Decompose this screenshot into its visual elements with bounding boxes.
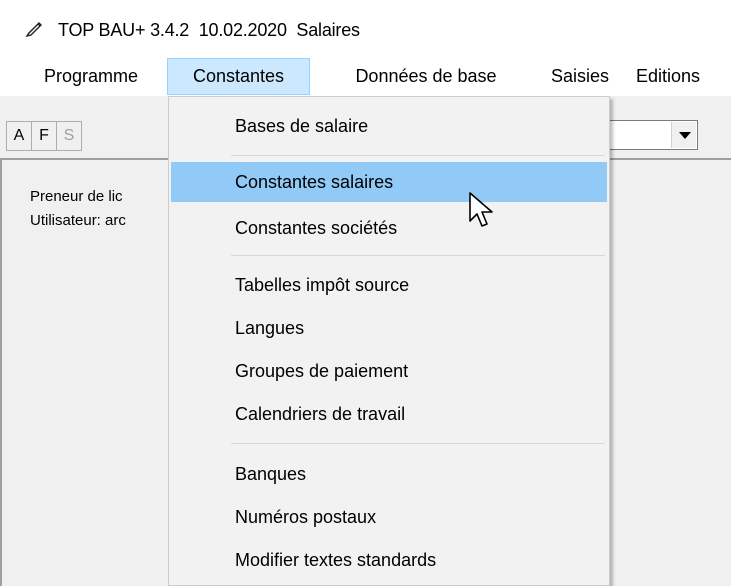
toolbar-button-f[interactable]: F — [31, 121, 57, 151]
menu-donnees-de-base[interactable]: Données de base — [313, 58, 539, 95]
app-window: TOP BAU+ 3.4.2 10.02.2020 Salaires Progr… — [0, 0, 731, 586]
menu-separator — [231, 255, 605, 256]
menu-separator — [231, 155, 605, 156]
menu-item-calendriers-de-travail[interactable]: Calendriers de travail — [171, 394, 607, 434]
menu-item-tabelles-impot-source[interactable]: Tabelles impôt source — [171, 265, 607, 305]
toolbar-select[interactable] — [600, 120, 698, 150]
menu-item-constantes-societes[interactable]: Constantes sociétés — [171, 208, 607, 248]
mouse-pointer-icon — [469, 192, 493, 227]
pen-app-icon — [25, 22, 42, 38]
menu-bar: Programme Constantes Données de base Sai… — [0, 58, 731, 96]
menu-editions[interactable]: Editions — [622, 58, 714, 95]
toolbar-button-a[interactable]: A — [6, 121, 32, 151]
menu-item-groupes-de-paiement[interactable]: Groupes de paiement — [171, 351, 607, 391]
constantes-menu: Bases de salaire Constantes salaires Con… — [168, 96, 610, 586]
menu-item-banques[interactable]: Banques — [171, 454, 607, 494]
menu-programme[interactable]: Programme — [18, 58, 164, 95]
menu-constantes[interactable]: Constantes — [167, 58, 310, 95]
menu-item-bases-de-salaire[interactable]: Bases de salaire — [171, 106, 607, 146]
menu-item-constantes-salaires[interactable]: Constantes salaires — [171, 162, 607, 202]
title-bar: TOP BAU+ 3.4.2 10.02.2020 Salaires — [0, 0, 731, 58]
window-title: TOP BAU+ 3.4.2 10.02.2020 Salaires — [58, 20, 360, 40]
toolbar-button-s[interactable]: S — [56, 121, 82, 151]
select-dropdown-button[interactable] — [671, 122, 696, 148]
chevron-down-icon — [679, 132, 691, 139]
menu-saisies[interactable]: Saisies — [544, 58, 616, 95]
menu-separator — [231, 443, 605, 444]
menu-item-numeros-postaux[interactable]: Numéros postaux — [171, 497, 607, 537]
user-label: Utilisateur: arc — [30, 212, 126, 229]
licensee-label: Preneur de lic — [30, 188, 123, 205]
menu-item-modifier-textes-standards[interactable]: Modifier textes standards — [171, 540, 607, 580]
menu-item-langues[interactable]: Langues — [171, 308, 607, 348]
